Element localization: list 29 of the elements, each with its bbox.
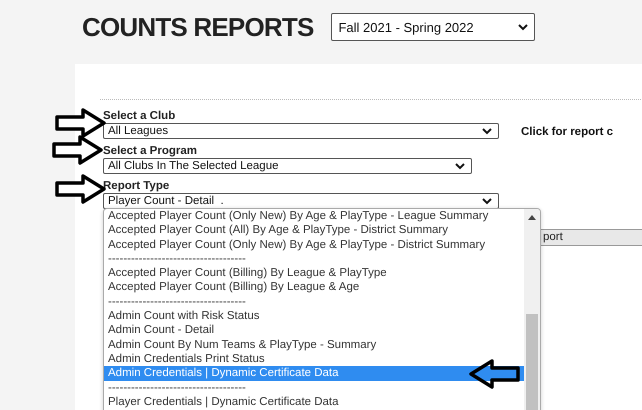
dropdown-option[interactable]: Accepted Player Count (Only New) By Age & PlayType - League Summary bbox=[104, 209, 524, 224]
season-select[interactable]: Fall 2021 - Spring 2022 bbox=[331, 13, 536, 41]
dropdown-option[interactable]: ------------------------------------ bbox=[104, 252, 524, 266]
dropdown-option[interactable]: Accepted Player Count (Only New) By Age & PlayType - District Summary bbox=[104, 238, 524, 252]
dropdown-option[interactable]: Accepted Player Count (Billing) By League & Age bbox=[104, 280, 524, 295]
page-title: COUNTS REPORTS bbox=[82, 12, 314, 42]
report-hint: Click for report c bbox=[521, 126, 614, 138]
chevron-down-icon bbox=[455, 162, 465, 170]
scroll-up-icon bbox=[528, 215, 536, 220]
dropdown-option[interactable]: Accepted Player Count (Billing) By League & PlayType bbox=[104, 266, 524, 280]
dropdown-option[interactable]: Admin Count - Detail bbox=[104, 323, 524, 338]
chevron-down-icon bbox=[482, 128, 492, 134]
dropdown-option[interactable]: Accepted Player Count (All) By Age & PlayType - District Summary bbox=[104, 223, 524, 238]
chevron-down-icon bbox=[482, 198, 492, 204]
field-label: Report Type bbox=[103, 179, 170, 193]
field-label: Select a Club bbox=[103, 109, 176, 123]
field-label: Select a Program bbox=[103, 144, 198, 158]
dropdown-option[interactable]: Admin Count By Num Teams & PlayType - Summary bbox=[104, 338, 524, 352]
dropdown-select[interactable]: All Clubs In The Selected League bbox=[103, 158, 472, 174]
dropdown-option[interactable]: ------------------------------------ bbox=[104, 294, 524, 310]
chevron-down-icon bbox=[518, 24, 528, 30]
dropdown-select[interactable]: All Leagues bbox=[103, 123, 499, 139]
dropdown-option[interactable]: Admin Credentials Print Status bbox=[104, 352, 524, 366]
dropdown-option[interactable]: Player Credentials | Dynamic Certificate Data bbox=[104, 394, 524, 410]
dropdown-option[interactable]: ------------------------------------ bbox=[104, 380, 524, 395]
dropdown-select[interactable]: Player Count - Detail . bbox=[103, 193, 499, 209]
dropdown-option[interactable]: Admin Count with Risk Status bbox=[104, 309, 524, 324]
scrollbar[interactable] bbox=[524, 209, 540, 410]
arrow-left-icon bbox=[468, 359, 520, 389]
